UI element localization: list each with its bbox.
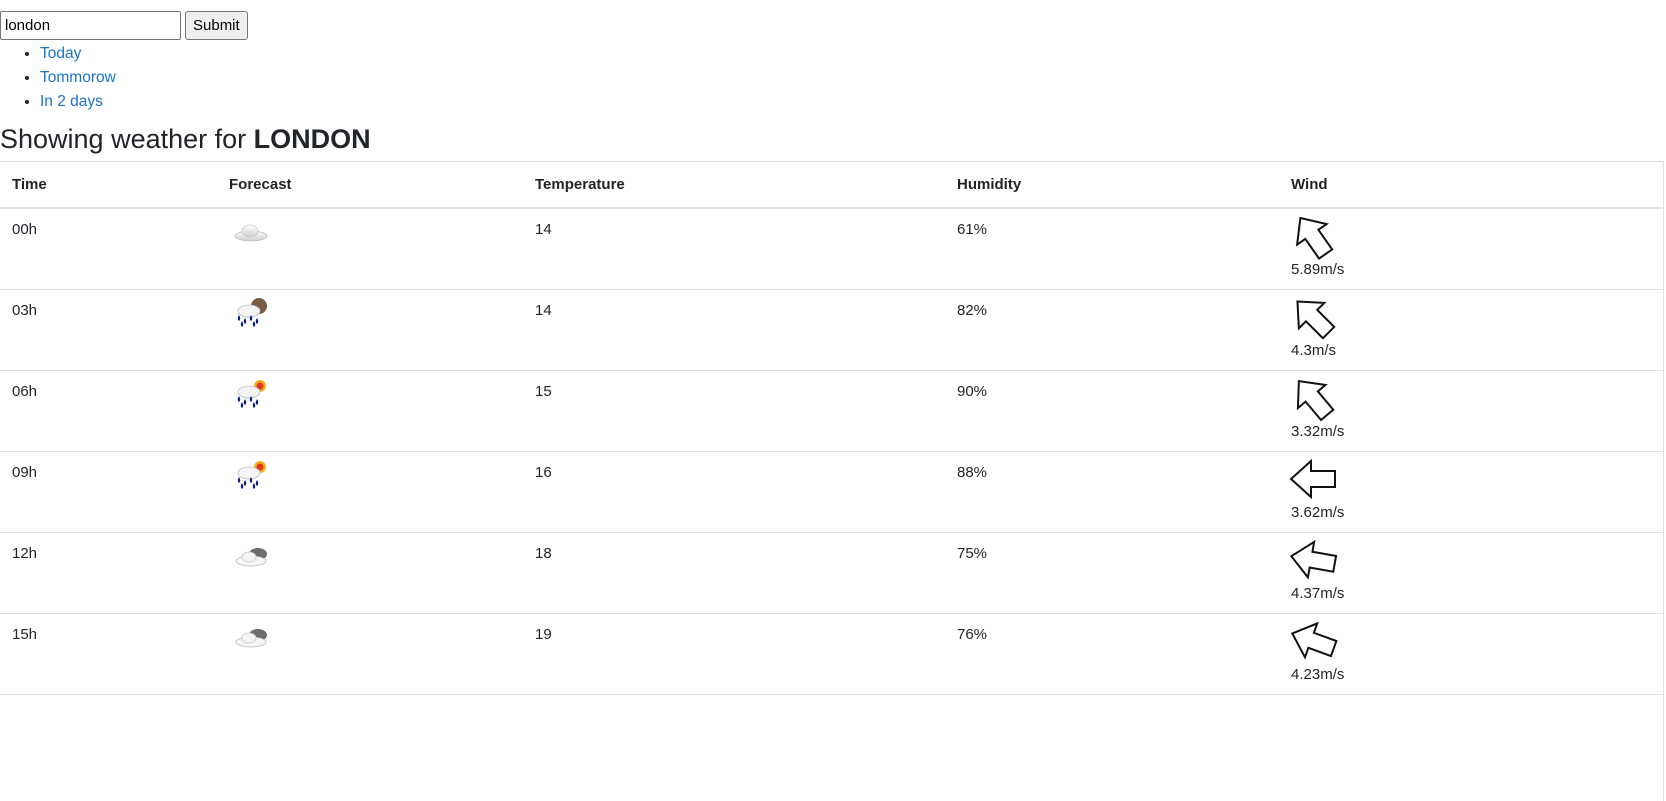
- broken-clouds-icon: [229, 539, 273, 573]
- cell-humidity: 88%: [945, 451, 1279, 533]
- cell-humidity: 90%: [945, 370, 1279, 452]
- header-time: Time: [0, 161, 217, 209]
- wind-direction-arrow-icon: [1289, 535, 1651, 585]
- wind-direction-arrow-icon: [1291, 292, 1651, 342]
- cell-wind: 3.62m/s: [1279, 451, 1663, 533]
- wind-direction-arrow-icon: [1289, 454, 1651, 504]
- today-link[interactable]: Today: [40, 45, 81, 62]
- cell-time: 09h: [0, 451, 217, 533]
- wind-speed: 4.37m/s: [1291, 584, 1345, 602]
- cell-forecast: [217, 532, 523, 614]
- rain-night-icon: [229, 296, 273, 330]
- cell-wind: 4.3m/s: [1279, 289, 1663, 371]
- cell-time: 00h: [0, 208, 217, 290]
- cell-forecast: [217, 451, 523, 533]
- cloudy-icon: [229, 215, 273, 249]
- table-row: 06h 15 90% 3.32m/s: [0, 370, 1663, 452]
- rain-sun-icon: [229, 458, 273, 492]
- wind-direction-arrow-icon: [1291, 373, 1651, 423]
- tomorrow-link[interactable]: Tommorow: [40, 69, 116, 86]
- cell-forecast: [217, 289, 523, 371]
- cell-humidity: 82%: [945, 289, 1279, 371]
- table-row: 15h 19 76% 4.23m/s: [0, 613, 1663, 695]
- cell-humidity: 75%: [945, 532, 1279, 614]
- cell-temperature: 18: [523, 532, 945, 614]
- cell-temperature: 15: [523, 370, 945, 452]
- page-title: Showing weather for LONDON: [0, 121, 371, 157]
- table-header-row: Time Forecast Temperature Humidity Wind: [0, 161, 1663, 209]
- cell-wind: 4.37m/s: [1279, 532, 1663, 614]
- weather-table-body: 00h 14 61% 5.89m/s 03h 14 82% 4.3m/s 06h 15 90% 3.3…: [0, 208, 1663, 695]
- day-nav-item-in-2-days: In 2 days: [40, 90, 116, 114]
- header-forecast: Forecast: [217, 161, 523, 209]
- submit-button[interactable]: Submit: [185, 11, 248, 40]
- cell-forecast: [217, 613, 523, 695]
- cell-wind: 5.89m/s: [1279, 208, 1663, 290]
- wind-speed: 4.23m/s: [1291, 665, 1345, 683]
- wind-direction-arrow-icon: [1291, 211, 1651, 261]
- wind-direction-arrow-icon: [1290, 616, 1651, 666]
- wind-speed: 3.62m/s: [1291, 503, 1345, 521]
- cell-temperature: 14: [523, 289, 945, 371]
- cell-humidity: 61%: [945, 208, 1279, 290]
- broken-clouds-icon: [229, 620, 273, 654]
- wind-speed: 5.89m/s: [1291, 261, 1345, 278]
- day-nav: Today Tommorow In 2 days: [0, 42, 116, 114]
- day-nav-item-today: Today: [40, 42, 116, 66]
- table-row: 00h 14 61% 5.89m/s: [0, 208, 1663, 290]
- cell-wind: 4.23m/s: [1279, 613, 1663, 695]
- table-row: 09h 16 88% 3.62m/s: [0, 451, 1663, 533]
- page-title-city: LONDON: [253, 124, 371, 154]
- weather-table-container: Time Forecast Temperature Humidity Wind …: [0, 161, 1664, 801]
- cell-time: 06h: [0, 370, 217, 452]
- cell-temperature: 19: [523, 613, 945, 695]
- header-wind: Wind: [1279, 161, 1663, 209]
- cell-time: 15h: [0, 613, 217, 695]
- table-row: 03h 14 82% 4.3m/s: [0, 289, 1663, 371]
- page-title-prefix: Showing weather for: [0, 124, 247, 154]
- in-2-days-link[interactable]: In 2 days: [40, 93, 103, 110]
- city-search-input[interactable]: [0, 11, 181, 40]
- cell-time: 03h: [0, 289, 217, 371]
- day-nav-item-tomorrow: Tommorow: [40, 66, 116, 90]
- cell-temperature: 16: [523, 451, 945, 533]
- rain-sun-icon: [229, 377, 273, 411]
- cell-wind: 3.32m/s: [1279, 370, 1663, 452]
- cell-humidity: 76%: [945, 613, 1279, 695]
- cell-forecast: [217, 208, 523, 290]
- header-temperature: Temperature: [523, 161, 945, 209]
- wind-speed: 3.32m/s: [1291, 422, 1345, 440]
- cell-temperature: 14: [523, 208, 945, 290]
- wind-speed: 4.3m/s: [1291, 341, 1337, 359]
- header-humidity: Humidity: [945, 161, 1279, 209]
- cell-time: 12h: [0, 532, 217, 614]
- table-row: 12h 18 75% 4.37m/s: [0, 532, 1663, 614]
- cell-forecast: [217, 370, 523, 452]
- weather-table: Time Forecast Temperature Humidity Wind …: [0, 161, 1663, 695]
- search-form: Submit: [0, 11, 248, 40]
